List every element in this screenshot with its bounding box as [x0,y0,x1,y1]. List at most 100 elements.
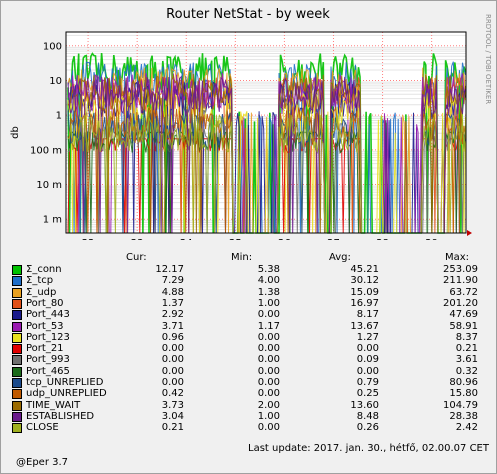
legend-series-name: CLOSE [26,422,59,434]
x-tick-label: 25 [229,238,242,240]
legend-value-min: 4.00 [257,275,280,287]
legend-value-min: 2.00 [257,399,280,411]
legend-value-avg: 0.25 [356,388,379,400]
x-tick-label: 24 [180,238,193,240]
legend-value-avg: 30.12 [350,275,379,287]
legend-value-cur: 7.29 [161,275,184,287]
legend-header-cur: Cur: [126,252,147,263]
x-tick-label: 26 [278,238,291,240]
chart: Router NetStat - by week 22 23 24 25 26 27 28 29… [10,7,492,240]
legend-value-min: 0.00 [257,422,280,434]
x-tick-label: 29 [425,238,438,240]
legend-series-name: Port_123 [26,331,70,343]
legend-value-max: 104.79 [443,399,478,411]
legend-header-max: Max: [445,252,470,263]
x-tick-label: 23 [131,238,144,240]
x-axis-arrow [467,230,472,236]
legend-value-avg: 1.27 [356,331,379,343]
legend-value-min: 1.38 [257,286,280,298]
legend-swatch [12,411,22,422]
legend-value-avg: 8.48 [356,410,379,422]
legend-swatch [12,400,22,411]
legend-value-min: 0.00 [257,331,280,343]
legend-value-cur: 0.21 [161,422,184,434]
legend-series-name: Port_443 [26,309,70,321]
legend-value-avg: 0.00 [356,343,379,355]
legend-row: Port_53 3.71 1.17 13.67 58.91 [12,321,492,333]
legend-series-name: Σ_conn [26,264,62,275]
legend-row: tcp_UNREPLIED 0.00 0.00 0.79 80.96 [12,377,492,389]
legend-value-min: 5.38 [257,264,280,275]
legend-value-cur: 1.37 [161,297,184,309]
y-tick-label: 1 m [43,215,62,226]
legend-value-cur: 0.00 [161,343,184,355]
legend-series-name: Port_21 [26,343,64,355]
legend-value-cur: 2.92 [161,309,184,321]
legend-value-avg: 15.09 [350,286,379,298]
legend-value-cur: 3.71 [161,320,184,332]
legend-value-max: 3.61 [455,354,478,366]
legend-value-max: 0.32 [455,365,478,377]
legend-series-name: Σ_udp [26,286,57,298]
legend-value-max: 28.38 [449,410,478,422]
y-tick-label: 10 [49,76,62,87]
legend-value-max: 58.91 [449,320,478,332]
legend-row: Port_123 0.96 0.00 1.27 8.37 [12,332,492,344]
x-tick-label: 28 [376,238,389,240]
legend-series-name: Σ_tcp [26,275,54,287]
legend-value-min: 0.00 [257,377,280,388]
legend-series-name: udp_UNREPLIED [26,388,107,400]
legend-value-max: 253.09 [443,264,478,275]
last-update-text: Last update: 2017. jan. 30., hétfő, 02.0… [248,443,489,454]
legend-series-name: TIME_WAIT [26,399,81,411]
legend-value-max: 80.96 [449,377,478,388]
y-tick-label: 100 m [30,145,62,156]
legend-row: Port_443 2.92 0.00 8.17 47.69 [12,309,492,321]
legend-swatch [12,276,22,287]
legend-value-min: 1.00 [257,297,280,309]
legend-swatch [12,423,22,434]
legend-swatch [12,265,22,275]
legend-value-avg: 8.17 [356,309,379,321]
legend-value-min: 0.00 [257,343,280,355]
legend-value-cur: 3.73 [161,399,184,411]
legend-swatch [12,378,22,388]
legend-value-cur: 0.00 [161,377,184,388]
legend-value-avg: 13.60 [350,399,379,411]
legend-series-name: Port_53 [26,320,64,332]
legend-row: Σ_conn 12.17 5.38 45.21 253.09 [12,264,492,276]
legend-value-max: 63.72 [449,286,478,298]
legend-value-avg: 16.97 [350,297,379,309]
legend-value-max: 2.42 [455,422,478,434]
legend-swatch [12,355,22,366]
legend-value-min: 1.00 [257,410,280,422]
legend-row: Σ_tcp 7.29 4.00 30.12 211.90 [12,275,492,287]
legend-value-cur: 3.04 [161,410,184,422]
legend-series-name: tcp_UNREPLIED [26,377,104,388]
legend-swatch [12,298,22,309]
legend-value-avg: 45.21 [350,264,379,275]
legend-row: Σ_udp 4.88 1.38 15.09 63.72 [12,287,492,299]
legend-value-avg: 0.00 [356,365,379,377]
legend-value-cur: 0.00 [161,365,184,377]
legend-value-cur: 0.96 [161,331,184,343]
legend-row: Port_80 1.37 1.00 16.97 201.20 [12,298,492,310]
chart-title: Router NetStat - by week [166,7,330,22]
legend-header-avg: Avg: [329,252,351,263]
legend-value-max: 211.90 [443,275,478,287]
legend-row: udp_UNREPLIED 0.42 0.00 0.25 15.80 [12,388,492,400]
y-tick-label: 10 m [36,180,62,191]
legend-row: ESTABLISHED 3.04 1.00 8.48 28.38 [12,411,492,423]
legend-value-max: 47.69 [449,309,478,321]
y-axis-label: db [10,126,21,139]
legend-value-cur: 4.88 [161,286,184,298]
legend-value-min: 0.00 [257,365,280,377]
legend-value-min: 0.00 [257,309,280,321]
legend-row: TIME_WAIT 3.73 2.00 13.60 104.79 [12,400,492,412]
legend-row: CLOSE 0.21 0.00 0.26 2.42 [12,422,492,434]
legend-value-max: 201.20 [443,297,478,309]
legend-value-avg: 0.79 [356,377,379,388]
legend-value-cur: 0.00 [161,354,184,366]
legend-value-cur: 12.17 [155,264,184,275]
y-tick-label: 1 [56,111,62,122]
